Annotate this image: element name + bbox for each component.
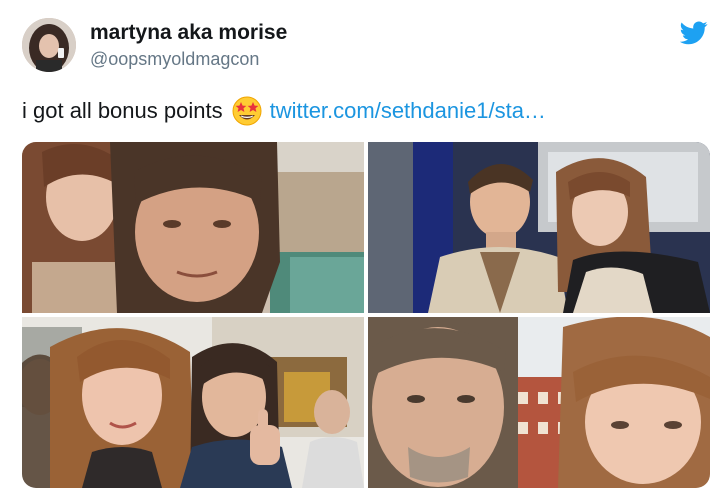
user-handle[interactable]: @oopsmyoldmagcon	[90, 49, 259, 70]
photo-selfie-1[interactable]	[22, 142, 364, 313]
tweet-link[interactable]: twitter.com/sethdanie1/sta…	[270, 97, 546, 125]
photo-grid	[22, 142, 710, 488]
star-struck-emoji-icon	[232, 96, 262, 126]
tweet-card: martyna aka morise @oopsmyoldmagcon i go…	[0, 0, 724, 492]
tweet-text: i got all bonus points twitter.com/sethd…	[22, 96, 546, 126]
twitter-bird-icon[interactable]	[679, 20, 708, 46]
photo-selfie-4[interactable]	[368, 317, 710, 488]
avatar[interactable]	[22, 18, 76, 72]
tweet-body: i got all bonus points	[22, 98, 223, 123]
display-name[interactable]: martyna aka morise	[90, 21, 287, 45]
photo-selfie-3[interactable]	[22, 317, 364, 488]
photo-selfie-2[interactable]	[368, 142, 710, 313]
